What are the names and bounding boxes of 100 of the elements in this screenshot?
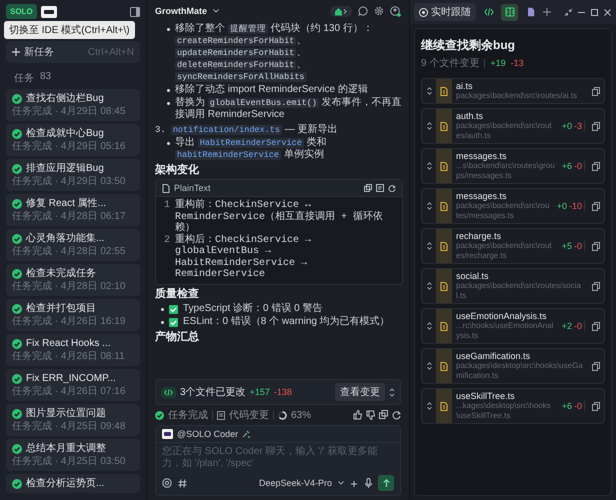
file-name: messages.ts [456, 151, 508, 161]
refresh-icon[interactable] [388, 184, 396, 192]
file-name: messages.ts [456, 191, 508, 201]
project-name[interactable]: GrowthMate [155, 6, 208, 16]
removed-count: -0 [574, 161, 582, 171]
chevron-down-icon[interactable] [338, 481, 344, 485]
task-card[interactable]: 检查并打包项目 任务完成 · 4月26日 16:19 [6, 299, 140, 331]
section-heading: 产物汇总 [155, 330, 200, 344]
expand-icon[interactable] [389, 388, 395, 396]
copy-icon[interactable] [379, 410, 388, 420]
expand-icon[interactable] [426, 322, 432, 330]
file-row[interactable]: social.ts packages\backend\src\routes/social.ts [421, 268, 605, 304]
expand-icon[interactable] [426, 282, 432, 290]
task-meta: 任务完成 · 4月26日 16:19 [12, 315, 126, 328]
copy-icon[interactable] [592, 402, 600, 410]
check-circle-icon [12, 164, 22, 174]
task-card[interactable]: 修复 React 属性... 任务完成 · 4月28日 06:17 [6, 194, 140, 226]
list-item-text: 替换为 globalEventBus.emit() 发布事件，不再直接调用 ReminderService [175, 97, 403, 121]
review-title: 继续查找剩余bug [421, 37, 516, 54]
copy-icon[interactable] [592, 122, 600, 130]
close-icon[interactable] [603, 8, 612, 16]
file-row[interactable]: useEmotionAnalysis.ts ...rc\hooks/useEmotionAnalysis.ts +2 -0 [421, 308, 605, 344]
task-card[interactable]: 图片显示位置问题 任务完成 · 4月25日 09:48 [6, 404, 140, 436]
file-row[interactable]: recharge.ts packages\backend\src\routes/recharge.ts +5 -0 [421, 228, 605, 264]
code-changes-link[interactable]: 代码变更 [229, 408, 269, 422]
expand-icon[interactable] [426, 242, 432, 250]
chat-input[interactable]: @SOLO Coder 您正在与 SOLO Coder 聊天，输入 '/' 获取更多能力，如 '/plan', '/spec' DeepSeek-V4-Pro [155, 425, 401, 496]
chevron-down-icon[interactable] [213, 9, 220, 13]
removed-count: -0 [574, 401, 582, 411]
task-card[interactable]: 总结本月重大调整 任务完成 · 4月25日 03:50 [6, 439, 140, 471]
copy-icon[interactable] [592, 242, 600, 250]
task-title: 总结本月重大调整 [26, 442, 106, 455]
file-path: packages\backend\src\routes/social.ts [456, 281, 582, 301]
thumbs-down-icon[interactable] [366, 410, 375, 420]
added-count: +6 [562, 161, 572, 171]
file-row[interactable]: messages.ts ...s\backend\src\routes\groups/messages.ts +6 -0 [421, 148, 605, 184]
expand-icon[interactable] [426, 162, 432, 170]
task-meta: 任务完成 · 4月25日 09:48 [12, 420, 126, 433]
copy-icon[interactable] [364, 184, 372, 192]
file-path: packages\backend\src\routes/recharge.ts [456, 241, 553, 261]
maximize-icon[interactable] [590, 8, 599, 16]
task-count: 83 [40, 71, 52, 84]
section-heading: 架构变化 [155, 164, 200, 177]
expand-icon[interactable] [426, 362, 432, 370]
new-task-button[interactable]: 新任务 Ctrl+Alt+N [6, 41, 140, 63]
task-card[interactable]: 检查成就中心Bug 任务完成 · 4月29日 05:16 [6, 124, 140, 156]
refresh-icon[interactable] [392, 410, 401, 420]
added-count: +0 [556, 201, 567, 211]
expand-icon[interactable] [426, 87, 432, 95]
task-card[interactable]: 检查未完成任务 任务完成 · 4月28日 02:10 [6, 264, 140, 296]
task-card[interactable]: 排查应用逻辑Bug 任务完成 · 4月29日 03:50 [6, 159, 140, 191]
file-path: packages\backend\src\routes/auth.ts [456, 121, 553, 141]
solo-badge[interactable]: SOLO [6, 4, 37, 19]
collapse-icon[interactable] [564, 8, 573, 16]
file-row[interactable]: auth.ts packages\backend\src\routes/auth.ts +0 -3 [421, 108, 605, 144]
thumbs-up-icon[interactable] [353, 410, 362, 420]
add-tab-icon[interactable] [543, 8, 551, 16]
added-count: +157 [250, 387, 270, 397]
copy-icon[interactable] [592, 202, 600, 210]
settings-icon[interactable] [374, 6, 384, 16]
expand-icon[interactable] [426, 202, 432, 210]
panel-toggle-icon[interactable] [130, 6, 140, 16]
task-card[interactable]: 检查分析运势页... [6, 474, 140, 493]
file-row[interactable]: ai.ts packages\backend\src\routes/ai.ts [421, 78, 605, 104]
user-icon[interactable] [390, 6, 401, 16]
copy-icon[interactable] [592, 362, 600, 370]
task-card[interactable]: Fix React Hooks ... 任务完成 · 4月26日 08:11 [6, 334, 140, 366]
model-selector[interactable]: DeepSeek-V4-Pro [258, 478, 332, 488]
section-label: 任务 [14, 72, 34, 85]
home-menu-button[interactable] [330, 6, 352, 16]
copy-icon[interactable] [592, 162, 600, 170]
microphone-icon[interactable] [365, 478, 372, 488]
view-changes-button[interactable]: 查看变更 [335, 383, 385, 401]
task-card[interactable]: Fix ERR_INCOMP... 任务完成 · 4月26日 07:16 [6, 369, 140, 401]
file-icon [440, 322, 448, 330]
file-row[interactable]: messages.ts packages\backend\src\routes/messages.ts +0 -10 [421, 188, 605, 224]
task-title: 修复 React 属性... [26, 197, 106, 210]
split-view-tab[interactable] [501, 4, 518, 20]
copy-icon[interactable] [592, 322, 600, 330]
ide-mode-icon[interactable] [40, 6, 57, 18]
ring-icon [278, 410, 287, 420]
file-row[interactable]: useSkillTree.ts ...kages\desktop\src\hooks\useSkillTree.ts +6 -0 [421, 388, 605, 424]
file-name: recharge.ts [456, 231, 502, 241]
chat-bubble-icon[interactable] [358, 6, 368, 16]
task-card[interactable]: 心灵角落功能集... 任务完成 · 4月28日 02:55 [6, 229, 140, 261]
follow-button[interactable]: 实时跟随 [414, 3, 476, 21]
hash-icon[interactable] [178, 478, 187, 488]
task-title: 排查应用逻辑Bug [26, 162, 104, 175]
file-name: social.ts [456, 271, 490, 281]
expand-icon[interactable] [426, 402, 432, 410]
send-button[interactable] [378, 475, 394, 491]
file-row[interactable]: useGamification.ts packages\desktop\src\hooks\useGamification.ts [421, 348, 605, 384]
file-name: useEmotionAnalysis.ts [456, 311, 548, 321]
copy-icon[interactable] [592, 86, 600, 96]
copy-icon[interactable] [592, 282, 600, 290]
list-item-text: 移除了整个 提醒管理 代码块（约 130 行）： createRemindersForHabit 、 updateRemindersForHabit 、 deleteRemindersForHabit 、 syncRemindersForAllHabits [175, 23, 374, 83]
removed-count: -0 [574, 321, 582, 331]
expand-icon[interactable] [426, 122, 432, 130]
task-card[interactable]: 查找右侧边栏Bug 任务完成 · 4月29日 08:45 [6, 89, 140, 121]
wrap-lines-icon[interactable] [376, 184, 384, 192]
